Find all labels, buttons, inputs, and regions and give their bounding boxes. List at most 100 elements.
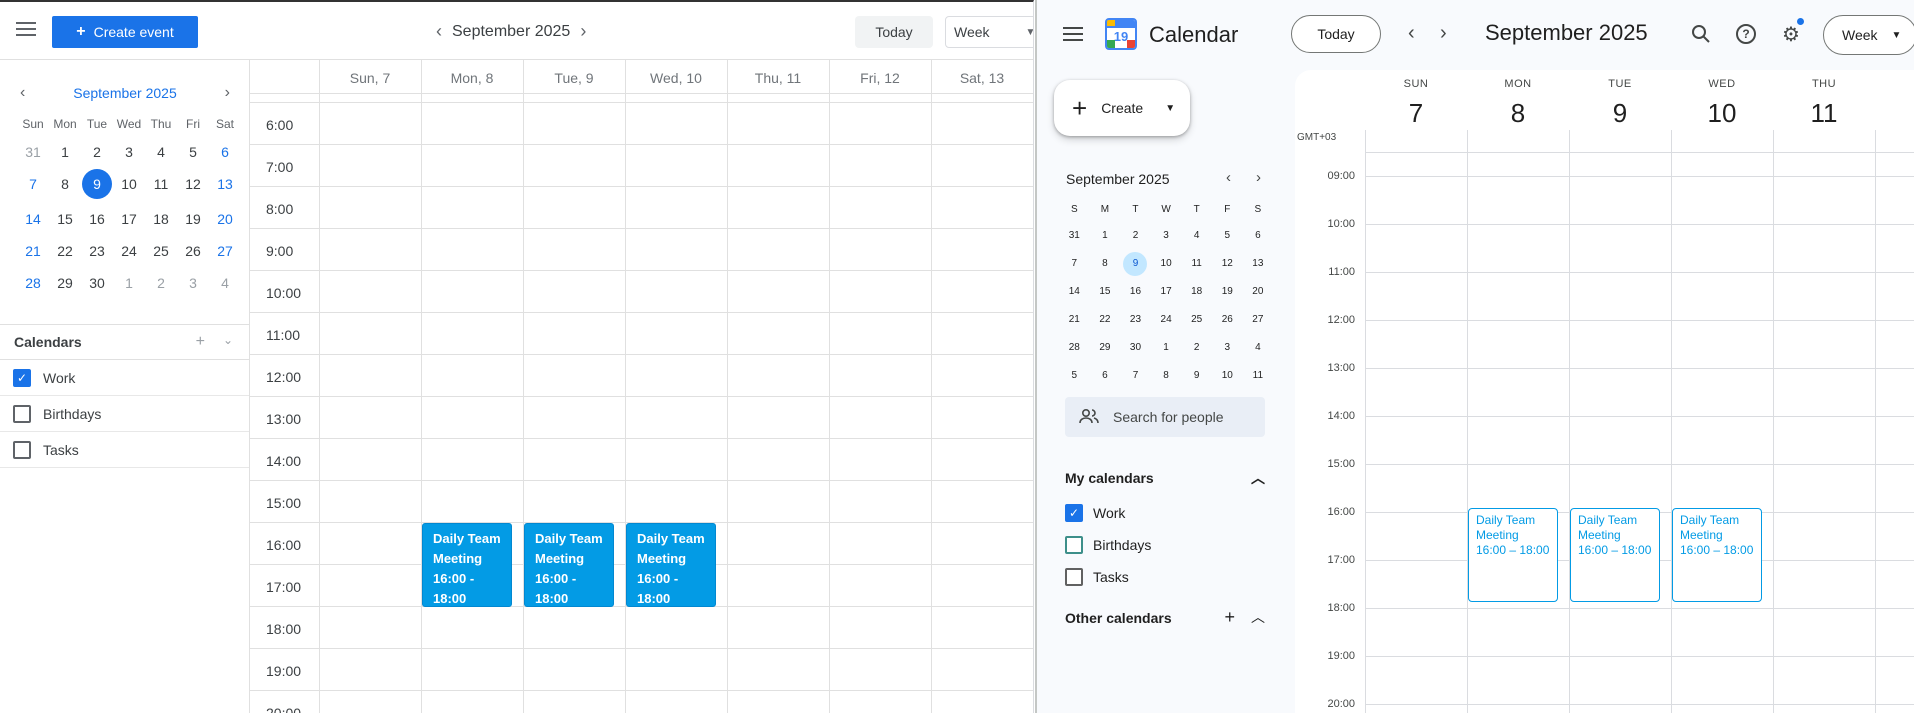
day-header[interactable]: Wed, 10 bbox=[625, 70, 727, 86]
day-header[interactable]: Tue, 9 bbox=[523, 70, 625, 86]
checkbox[interactable]: ✓ bbox=[1065, 504, 1083, 522]
mini-day[interactable]: 5 bbox=[177, 140, 209, 164]
next-week-button[interactable]: › bbox=[580, 21, 586, 42]
add-calendar-icon[interactable]: + bbox=[196, 333, 205, 351]
mini-day[interactable]: 16 bbox=[81, 207, 113, 231]
mini-day[interactable]: 29 bbox=[1090, 336, 1121, 360]
mini-day[interactable]: 7 bbox=[1120, 364, 1151, 388]
previous-week-button[interactable]: ‹ bbox=[1408, 22, 1415, 45]
event-block[interactable]: Daily Team Meeting 16:00 – 18:00 bbox=[1570, 508, 1660, 602]
mini-day[interactable]: 8 bbox=[49, 172, 81, 196]
mini-day[interactable]: 2 bbox=[81, 140, 113, 164]
mini-day[interactable]: 18 bbox=[1181, 280, 1212, 304]
mini-day[interactable]: 27 bbox=[209, 239, 241, 263]
mini-day[interactable]: 10 bbox=[1212, 364, 1243, 388]
mini-day[interactable]: 18 bbox=[145, 207, 177, 231]
mini-day[interactable]: 8 bbox=[1090, 252, 1121, 276]
mini-day[interactable]: 11 bbox=[1181, 252, 1212, 276]
event-block[interactable]: Daily Team Meeting 16:00 - 18:00 bbox=[626, 523, 716, 607]
day-date[interactable]: 8 bbox=[1467, 98, 1569, 129]
calendar-item-work[interactable]: ✓ Work bbox=[0, 360, 249, 396]
add-other-calendar-icon[interactable]: + bbox=[1224, 607, 1235, 628]
mini-day[interactable]: 23 bbox=[81, 239, 113, 263]
today-button[interactable]: Today bbox=[855, 16, 933, 48]
mini-day[interactable]: 3 bbox=[1212, 336, 1243, 360]
mini-day[interactable]: 12 bbox=[177, 172, 209, 196]
mini-day[interactable]: 28 bbox=[1059, 336, 1090, 360]
mini-day[interactable]: 1 bbox=[113, 271, 145, 295]
mini-prev-month-button[interactable]: ‹ bbox=[20, 84, 25, 102]
mini-day[interactable]: 7 bbox=[17, 172, 49, 196]
mini-day[interactable]: 1 bbox=[49, 140, 81, 164]
mini-day[interactable]: 13 bbox=[209, 172, 241, 196]
calendars-header[interactable]: Calendars + ⌄ bbox=[0, 324, 249, 360]
day-date[interactable]: 9 bbox=[1569, 98, 1671, 129]
today-button[interactable]: Today bbox=[1291, 15, 1381, 53]
chevron-down-icon[interactable]: ⌄ bbox=[223, 333, 233, 351]
mini-day[interactable]: 9 bbox=[82, 169, 112, 199]
mini-day[interactable]: 6 bbox=[1243, 224, 1274, 248]
mini-day[interactable]: 3 bbox=[177, 271, 209, 295]
settings-gear-icon[interactable]: ⚙ bbox=[1779, 22, 1803, 46]
mini-day[interactable]: 16 bbox=[1120, 280, 1151, 304]
mini-day[interactable]: 29 bbox=[49, 271, 81, 295]
mini-day[interactable]: 3 bbox=[1151, 224, 1182, 248]
mini-day[interactable]: 2 bbox=[145, 271, 177, 295]
day-header[interactable]: Sun, 7 bbox=[319, 70, 421, 86]
mini-day[interactable]: 30 bbox=[1120, 336, 1151, 360]
mini-day[interactable]: 9 bbox=[1123, 252, 1148, 276]
mini-day[interactable]: 21 bbox=[17, 239, 49, 263]
menu-icon[interactable] bbox=[16, 22, 36, 36]
day-date[interactable]: 11 bbox=[1773, 98, 1875, 129]
create-button[interactable]: + Create ▼ bbox=[1054, 80, 1190, 136]
mini-day[interactable]: 9 bbox=[1181, 364, 1212, 388]
day-header[interactable]: TUE 9 bbox=[1569, 78, 1671, 129]
mini-calendar-title[interactable]: September 2025 bbox=[73, 85, 177, 101]
mini-day[interactable]: 17 bbox=[113, 207, 145, 231]
checkbox[interactable] bbox=[1065, 568, 1083, 586]
mini-day[interactable]: 27 bbox=[1243, 308, 1274, 332]
calendar-item-tasks[interactable]: Tasks bbox=[0, 432, 249, 468]
mini-day[interactable]: 14 bbox=[17, 207, 49, 231]
mini-next-month-button[interactable]: › bbox=[1256, 169, 1261, 186]
search-icon[interactable] bbox=[1689, 22, 1713, 46]
event-block[interactable]: Daily Team Meeting 16:00 – 18:00 bbox=[1672, 508, 1762, 602]
mini-day[interactable]: 6 bbox=[209, 140, 241, 164]
mini-day[interactable]: 22 bbox=[49, 239, 81, 263]
mini-day[interactable]: 28 bbox=[17, 271, 49, 295]
mini-day[interactable]: 26 bbox=[177, 239, 209, 263]
mini-day[interactable]: 4 bbox=[1181, 224, 1212, 248]
day-header[interactable]: Sat, 13 bbox=[931, 70, 1033, 86]
mini-day[interactable]: 2 bbox=[1120, 224, 1151, 248]
create-event-button[interactable]: + Create event bbox=[52, 16, 198, 48]
mini-day[interactable]: 15 bbox=[1090, 280, 1121, 304]
mini-day[interactable]: 4 bbox=[1243, 336, 1274, 360]
next-week-button[interactable]: › bbox=[1440, 22, 1447, 45]
mini-day[interactable]: 31 bbox=[1059, 224, 1090, 248]
my-calendars-header[interactable]: My calendars ︿ bbox=[1065, 470, 1265, 486]
day-header[interactable]: Fri, 12 bbox=[829, 70, 931, 86]
mini-day[interactable]: 5 bbox=[1059, 364, 1090, 388]
event-block[interactable]: Daily Team Meeting 16:00 - 18:00 bbox=[422, 523, 512, 607]
mini-day[interactable]: 10 bbox=[113, 172, 145, 196]
mini-day[interactable]: 23 bbox=[1120, 308, 1151, 332]
mini-day[interactable]: 19 bbox=[177, 207, 209, 231]
mini-day[interactable]: 22 bbox=[1090, 308, 1121, 332]
mini-day[interactable]: 20 bbox=[209, 207, 241, 231]
checkbox[interactable]: ✓ bbox=[13, 368, 31, 387]
mini-day[interactable]: 4 bbox=[209, 271, 241, 295]
checkbox[interactable] bbox=[13, 440, 31, 459]
view-selector[interactable]: Week ▼ bbox=[1823, 15, 1914, 55]
calendar-item-tasks[interactable]: Tasks bbox=[1065, 568, 1129, 586]
mini-day[interactable]: 10 bbox=[1151, 252, 1182, 276]
view-selector[interactable]: Week ▼ bbox=[945, 16, 1033, 48]
main-menu-icon[interactable] bbox=[1063, 27, 1083, 41]
mini-day[interactable]: 17 bbox=[1151, 280, 1182, 304]
mini-day[interactable]: 2 bbox=[1181, 336, 1212, 360]
mini-day[interactable]: 25 bbox=[1181, 308, 1212, 332]
search-people-field[interactable]: Search for people bbox=[1065, 397, 1265, 437]
mini-day[interactable]: 14 bbox=[1059, 280, 1090, 304]
mini-day[interactable]: 12 bbox=[1212, 252, 1243, 276]
mini-day[interactable]: 19 bbox=[1212, 280, 1243, 304]
calendar-item-birthdays[interactable]: Birthdays bbox=[1065, 536, 1151, 554]
